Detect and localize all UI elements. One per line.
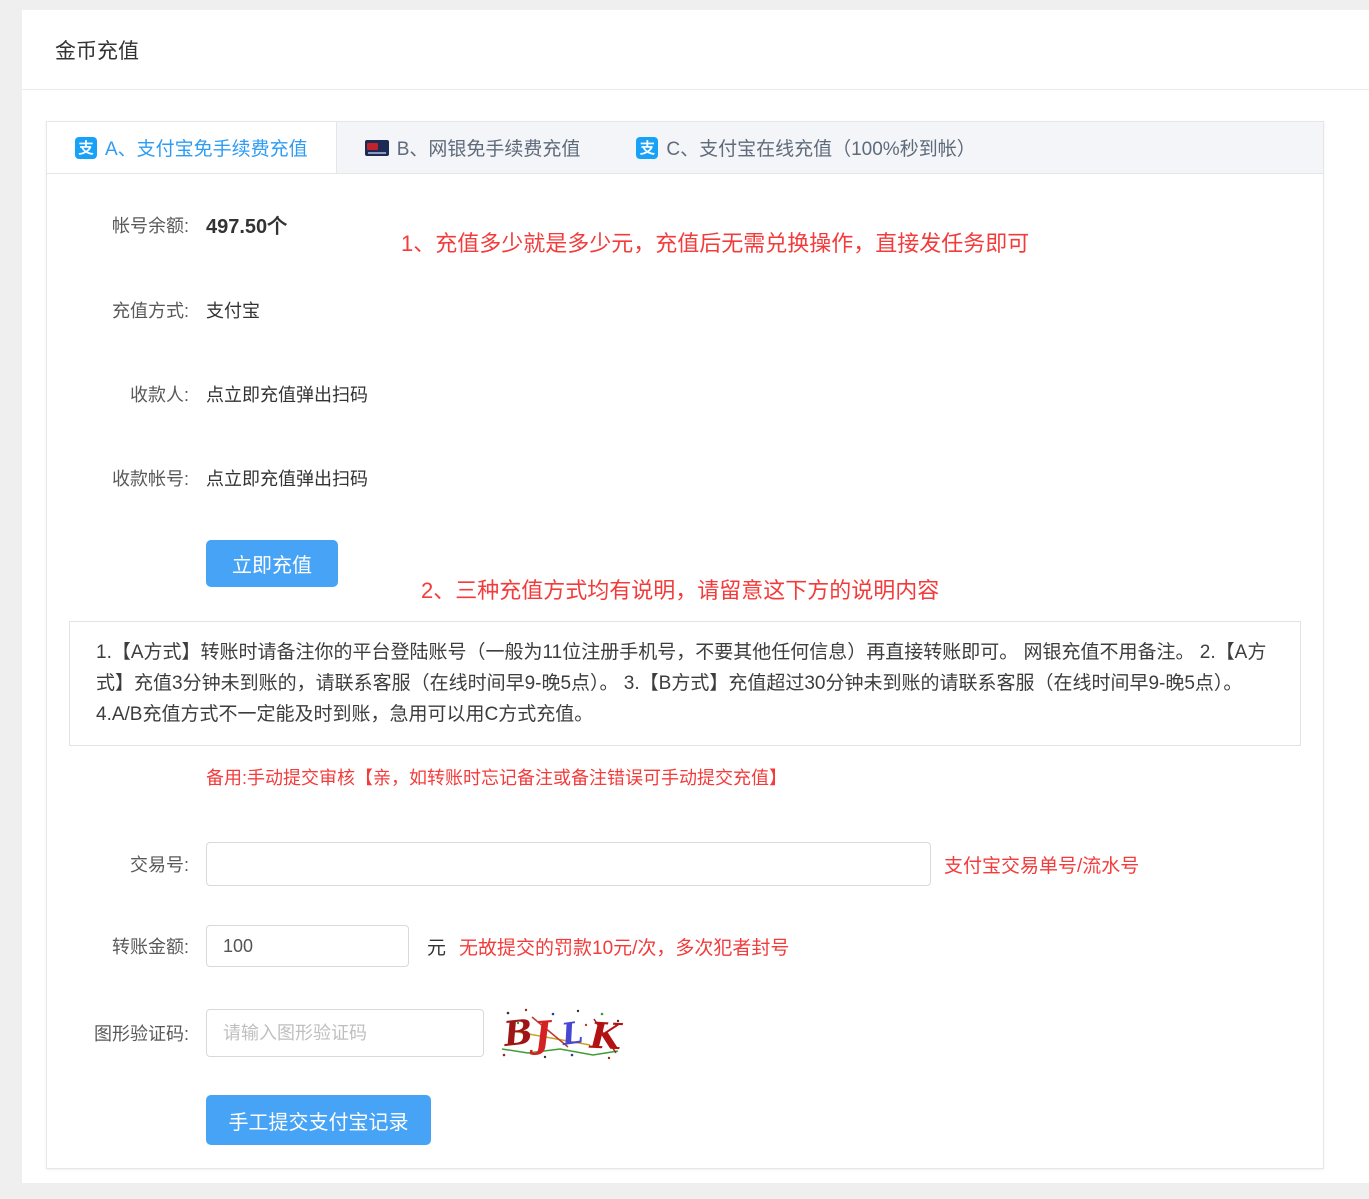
payee-account-row: 收款帐号: 点立即充值弹出扫码 <box>75 465 1323 491</box>
amount-hint: 无故提交的罚款10元/次，多次犯者封号 <box>459 933 789 960</box>
trade-no-label: 交易号: <box>75 851 189 877</box>
captcha-image[interactable]: B J L K <box>498 1005 624 1061</box>
recharge-now-button[interactable]: 立即充值 <box>206 540 338 587</box>
instructions-box: 1.【A方式】转账时请备注你的平台登陆账号（一般为11位注册手机号，不要其他任何… <box>69 621 1301 746</box>
captcha-letter: B <box>501 1012 535 1055</box>
card-header: 金币充值 <box>22 10 1369 90</box>
page-title: 金币充值 <box>55 35 139 65</box>
trade-no-input[interactable] <box>206 842 931 886</box>
amount-input[interactable] <box>206 925 409 967</box>
tab-netbank-free[interactable]: B、网银免手续费充值 <box>337 122 609 173</box>
amount-label: 转账金额: <box>75 933 189 959</box>
tab-label: A、支付宝免手续费充值 <box>105 134 308 161</box>
amount-row: 转账金额: 元 无故提交的罚款10元/次，多次犯者封号 <box>75 925 1323 967</box>
payee-value: 点立即充值弹出扫码 <box>206 381 368 407</box>
payee-account-label: 收款帐号: <box>75 465 189 491</box>
content-card: 金币充值 支 A、支付宝免手续费充值 B、网银免手续费充值 支 C、支付宝在线充… <box>22 10 1369 1183</box>
tab-label: C、支付宝在线充值（100%秒到帐） <box>666 134 975 161</box>
alipay-icon: 支 <box>75 137 97 159</box>
backup-note: 备用:手动提交审核【亲，如转账时忘记备注或备注错误可手动提交充值】 <box>206 764 1323 790</box>
balance-label: 帐号余额: <box>75 212 189 238</box>
tab-label: B、网银免手续费充值 <box>397 134 581 161</box>
payee-account-value: 点立即充值弹出扫码 <box>206 465 368 491</box>
payee-row: 收款人: 点立即充值弹出扫码 <box>75 381 1323 407</box>
method-value: 支付宝 <box>206 297 260 323</box>
balance-value: 497.50个 <box>206 210 287 239</box>
trade-no-hint: 支付宝交易单号/流水号 <box>944 851 1139 878</box>
tab-bar: 支 A、支付宝免手续费充值 B、网银免手续费充值 支 C、支付宝在线充值（100… <box>47 122 1323 174</box>
tab-alipay-free[interactable]: 支 A、支付宝免手续费充值 <box>47 122 337 173</box>
captcha-row: 图形验证码: B J L K <box>75 1005 1323 1061</box>
amount-unit: 元 <box>427 933 446 960</box>
method-label: 充值方式: <box>75 297 189 323</box>
manual-submit-button[interactable]: 手工提交支付宝记录 <box>206 1095 431 1145</box>
payee-label: 收款人: <box>75 381 189 407</box>
bank-card-icon <box>365 140 389 156</box>
annotation-instruction-note: 2、三种充值方式均有说明，请留意这下方的说明内容 <box>421 573 939 605</box>
annotation-recharge-note: 1、充值多少就是多少元，充值后无需兑换操作，直接发任务即可 <box>401 226 1029 258</box>
panel-body: 1、充值多少就是多少元，充值后无需兑换操作，直接发任务即可 2、三种充值方式均有… <box>47 174 1323 1145</box>
captcha-label: 图形验证码: <box>75 1020 189 1046</box>
trade-no-row: 交易号: 支付宝交易单号/流水号 <box>75 842 1323 886</box>
tab-alipay-online[interactable]: 支 C、支付宝在线充值（100%秒到帐） <box>608 122 1003 173</box>
alipay-icon: 支 <box>636 137 658 159</box>
recharge-panel: 支 A、支付宝免手续费充值 B、网银免手续费充值 支 C、支付宝在线充值（100… <box>46 121 1324 1169</box>
captcha-letter: L <box>559 1015 586 1053</box>
captcha-input[interactable] <box>206 1009 484 1057</box>
method-row: 充值方式: 支付宝 <box>75 297 1323 323</box>
